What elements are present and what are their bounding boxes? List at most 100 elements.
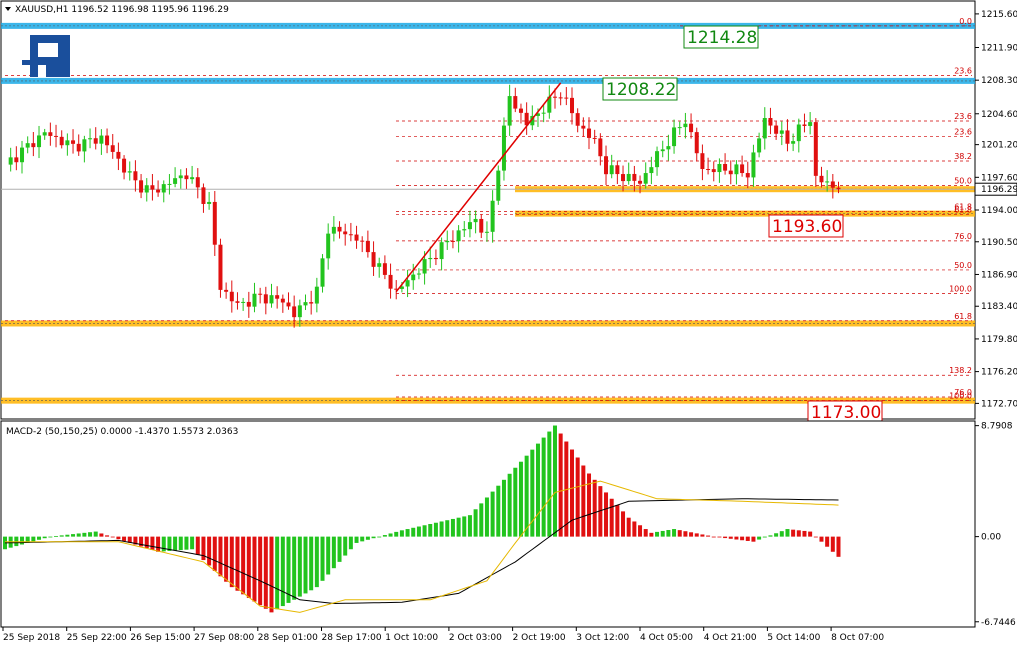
- macd-histogram-bar: [388, 533, 393, 537]
- candle-body: [139, 180, 144, 193]
- macd-histogram-bar: [42, 536, 47, 539]
- candle-body: [382, 263, 387, 275]
- macd-histogram-bar: [615, 505, 620, 537]
- macd-histogram-bar: [535, 443, 540, 537]
- macd-histogram-bar: [706, 535, 711, 537]
- candle-body: [757, 138, 762, 153]
- candle-body: [666, 146, 671, 150]
- candle-body: [93, 138, 98, 144]
- candle-body: [462, 229, 467, 231]
- macd-histogram-bar: [587, 473, 592, 537]
- macd-histogram-bar: [484, 497, 489, 537]
- candle-body: [700, 153, 705, 170]
- macd-histogram-bar: [456, 517, 461, 537]
- time-tick-label: 4 Oct 21:00: [704, 633, 757, 643]
- candle-body: [178, 175, 183, 179]
- time-tick-label: 2 Oct 19:00: [513, 633, 566, 643]
- macd-histogram-bar: [331, 536, 336, 569]
- macd-histogram-bar: [144, 536, 149, 549]
- candle-body: [286, 302, 291, 307]
- price-axis[interactable]: 1215.60 1211.90 1208.30 1204.60 1201.20 1197.…: [975, 10, 1017, 409]
- price-tick-label: 1201.20: [981, 141, 1017, 151]
- candle-body: [467, 222, 472, 230]
- macd-histogram-bar: [547, 431, 552, 537]
- price-tick-label: 1179.80: [981, 335, 1017, 345]
- candle-body: [354, 234, 359, 241]
- candle-body: [433, 257, 438, 260]
- macd-histogram-bar: [717, 536, 722, 538]
- candle-body: [728, 170, 733, 175]
- key-level-label: 1214.28: [687, 28, 757, 48]
- macd-histogram-bar: [314, 536, 319, 588]
- time-tick-label: 25 Sep 2018: [3, 633, 60, 643]
- candle-body: [598, 138, 603, 157]
- candle-body: [604, 156, 609, 175]
- candle-body: [331, 226, 336, 234]
- macd-histogram-bar: [785, 529, 790, 537]
- macd-histogram-bar: [666, 529, 671, 537]
- macd-histogram-bar: [813, 536, 818, 538]
- candle-body: [660, 149, 665, 152]
- price-pane[interactable]: 0.0 23.6 23.6 23.6 38.2 50.0 61.8 61.8 76.0 50.0 1…: [0, 0, 976, 424]
- macd-histogram-bar: [728, 536, 733, 539]
- candle-body: [365, 240, 370, 253]
- macd-histogram-bar: [638, 525, 643, 537]
- candle-body: [507, 96, 512, 126]
- fib-level-label: 23.6: [954, 67, 972, 76]
- candle-body: [71, 140, 76, 144]
- macd-histogram-bar: [774, 533, 779, 537]
- candle-body: [416, 273, 421, 275]
- macd-histogram-bar: [632, 521, 637, 537]
- macd-histogram-bar: [88, 532, 93, 537]
- candle-body: [450, 240, 455, 242]
- candle-body: [484, 231, 489, 233]
- time-tick-label: 26 Sep 15:00: [130, 633, 190, 643]
- price-tick-label: 1194.00: [981, 206, 1017, 216]
- macd-histogram-bar: [830, 536, 835, 552]
- macd-histogram-bar: [309, 536, 314, 591]
- candle-body: [20, 147, 25, 163]
- macd-pane[interactable]: MACD-2 (50,150,25) 0.0000 -1.4370 1.5573…: [0, 420, 976, 628]
- candle-body: [343, 231, 348, 235]
- macd-histogram-bar: [269, 536, 274, 613]
- candle-body: [552, 96, 557, 98]
- macd-histogram-bar: [360, 536, 365, 542]
- macd-histogram-bar: [683, 531, 688, 537]
- macd-histogram-bar: [365, 536, 370, 540]
- macd-histogram-bar: [320, 536, 325, 581]
- candle-body: [717, 163, 722, 173]
- macd-histogram-bar: [93, 531, 98, 537]
- fib-level-label: 50.0: [954, 176, 972, 185]
- candle-body: [405, 280, 410, 287]
- macd-axis[interactable]: 8.7908 0.00 -6.7446: [975, 422, 1016, 628]
- macd-histogram-bar: [581, 465, 586, 537]
- candle-body: [218, 244, 223, 290]
- candle-body: [439, 242, 444, 260]
- candle-body: [224, 289, 229, 292]
- time-tick-label: 28 Sep 01:00: [258, 633, 318, 643]
- macd-histogram-bar: [428, 524, 433, 537]
- time-tick-label: 27 Sep 08:00: [194, 633, 254, 643]
- candle-body: [677, 127, 682, 129]
- candle-body: [241, 301, 246, 303]
- candle-body: [8, 157, 13, 165]
- price-tick-label: 1215.60: [981, 10, 1017, 20]
- candle-body: [76, 143, 81, 152]
- candle-body: [229, 291, 234, 302]
- macd-histogram-bar: [99, 533, 104, 537]
- macd-histogram-bar: [501, 479, 506, 537]
- macd-histogram-bar: [31, 536, 36, 542]
- candle-body: [269, 295, 274, 304]
- macd-histogram-bar: [207, 536, 212, 566]
- macd-histogram-bar: [422, 525, 427, 537]
- macd-histogram-bar: [621, 511, 626, 537]
- macd-histogram-bar: [150, 536, 155, 550]
- candle-body: [785, 130, 790, 144]
- macd-histogram-bar: [54, 535, 59, 537]
- candle-body: [303, 302, 308, 306]
- candle-body: [320, 258, 325, 287]
- time-axis[interactable]: 25 Sep 2018 25 Sep 22:00 26 Sep 15:00 27 Se…: [2, 627, 884, 643]
- trading-chart[interactable]: 0.023.623.623.638.250.061.861.876.050.01…: [0, 0, 1017, 649]
- macd-histogram-bar: [82, 532, 87, 537]
- macd-histogram-bar: [757, 536, 762, 540]
